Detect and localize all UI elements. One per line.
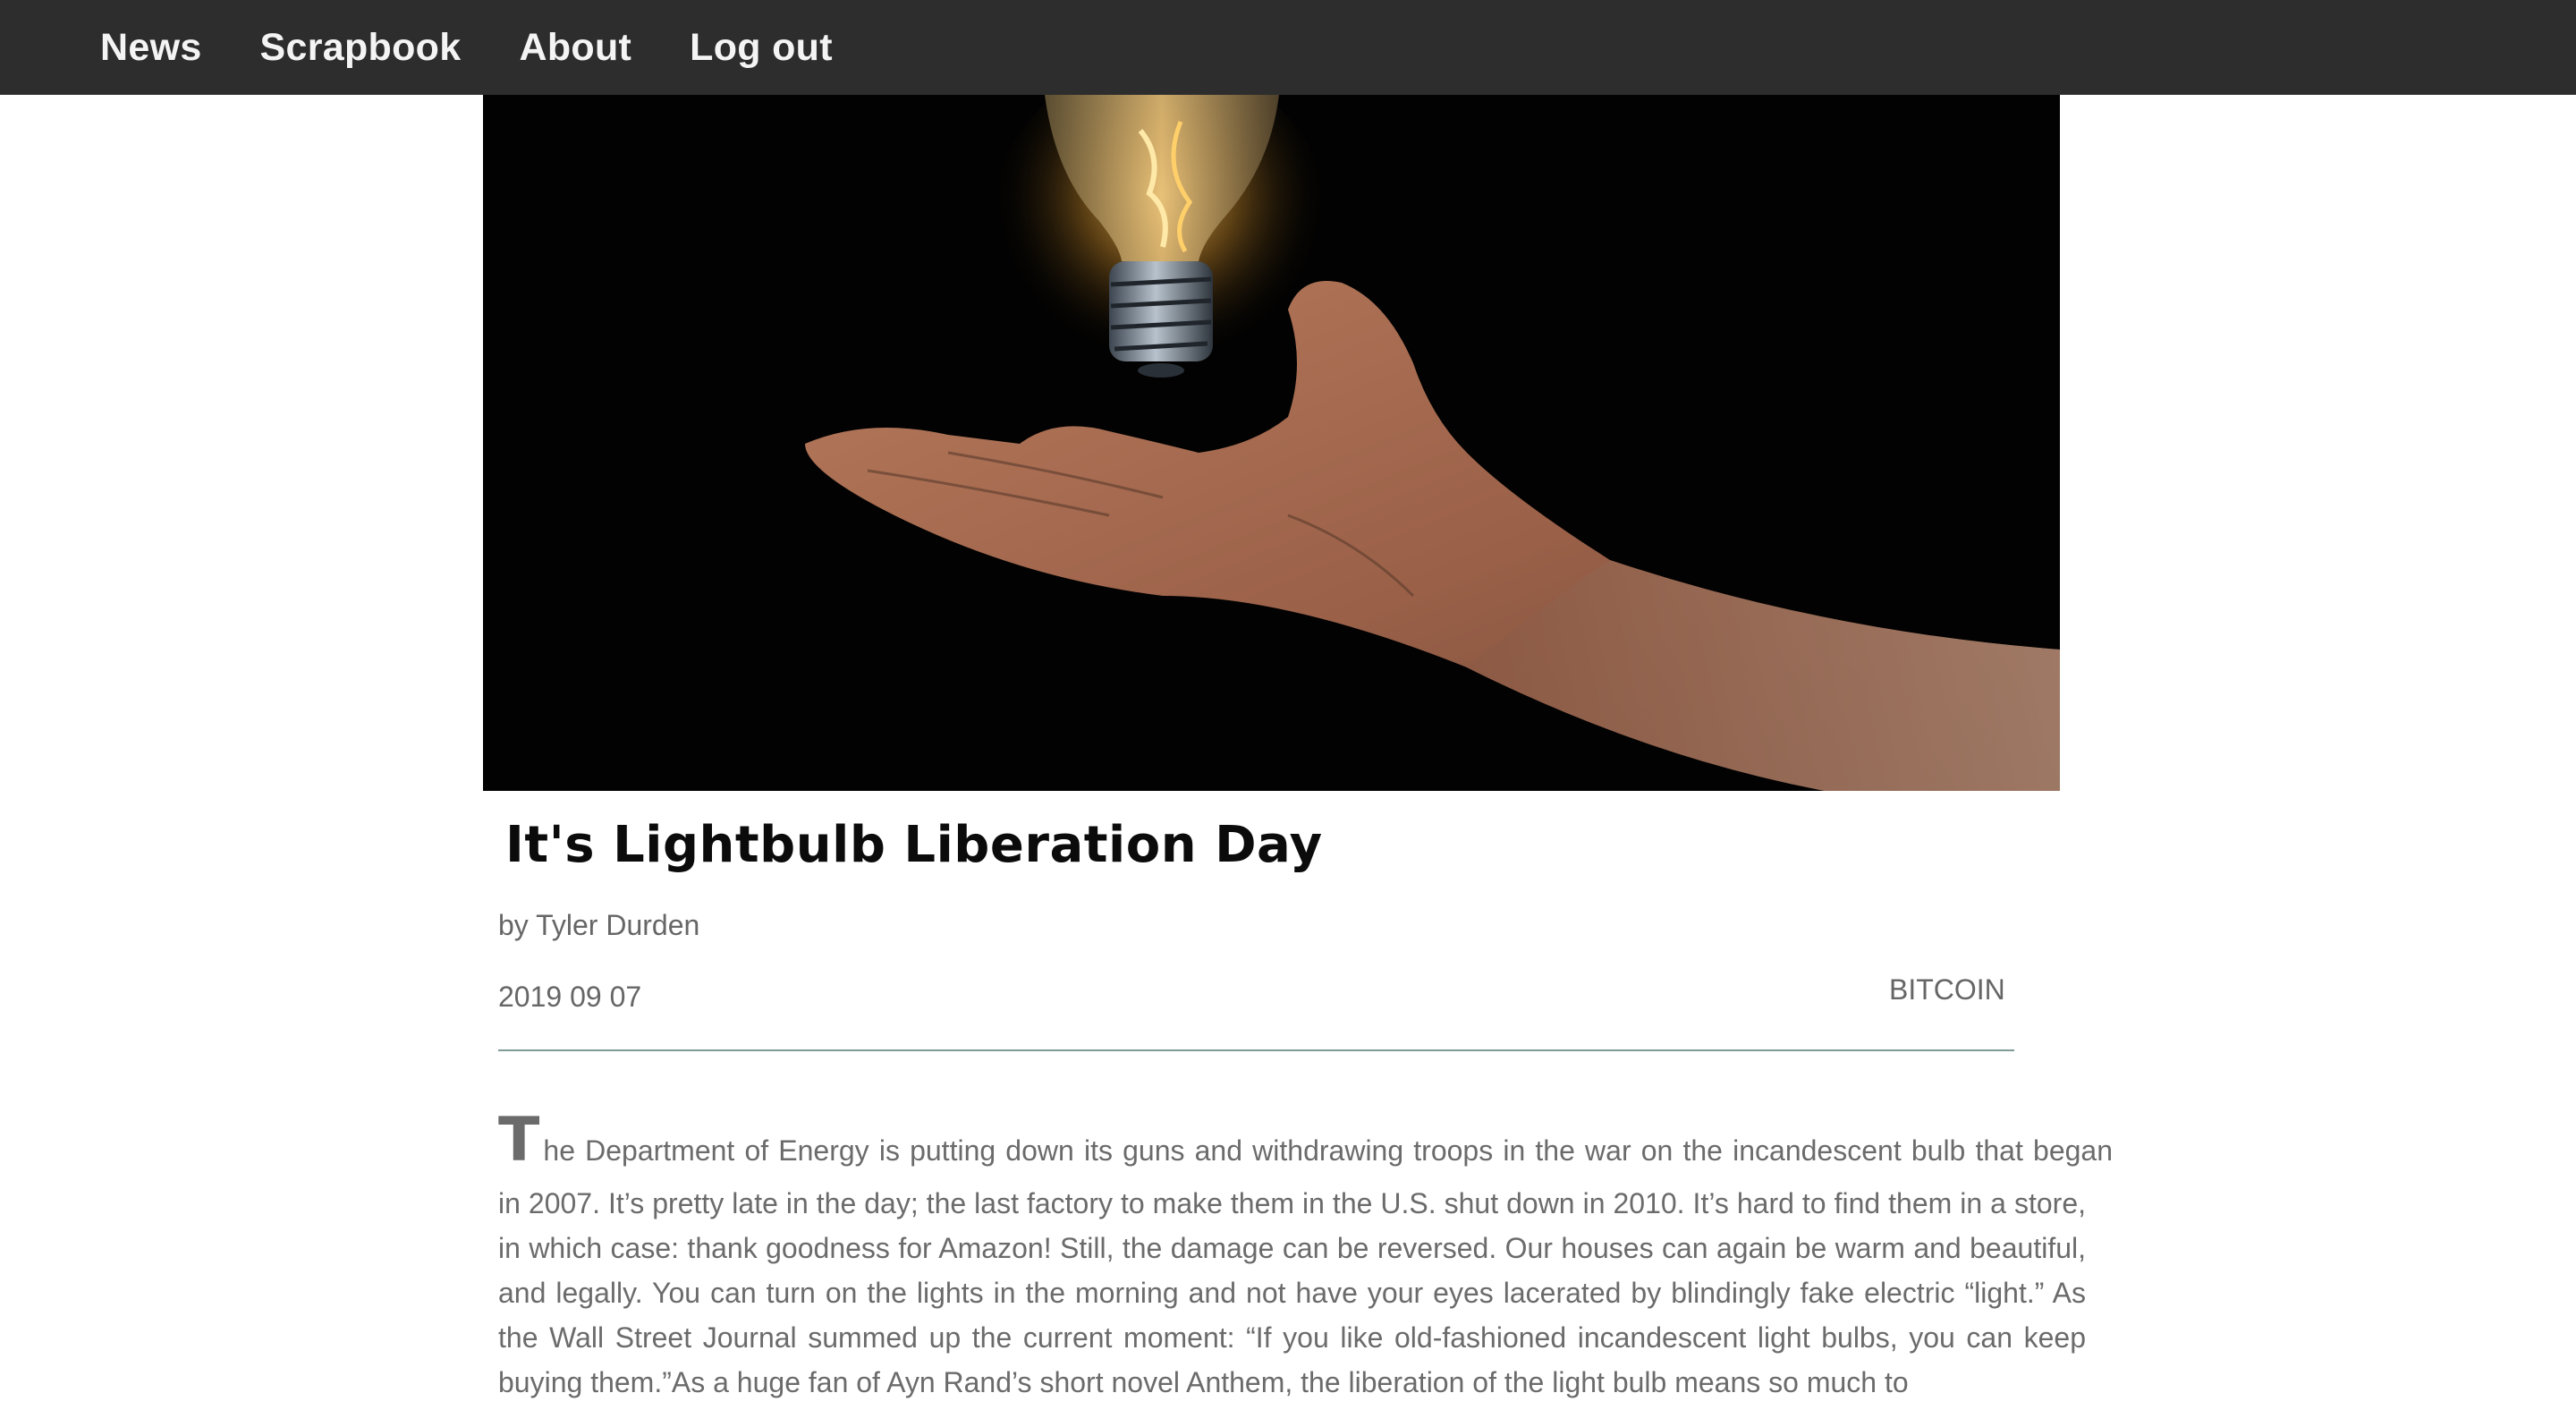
- nav-link-logout[interactable]: Log out: [690, 26, 833, 70]
- article-paragraph: in 2007. It’s pretty late in the day; th…: [498, 1187, 2086, 1398]
- article-date: 2019 09 07: [498, 981, 642, 1013]
- hero-image: [483, 95, 2060, 791]
- nav-link-scrapbook[interactable]: Scrapbook: [260, 26, 462, 70]
- article-body: T he Department of Energy is putting dow…: [498, 1108, 2113, 1410]
- article-title: It's Lightbulb Liberation Day: [505, 816, 1323, 874]
- article-first-line-text: he Department of Energy is putting down …: [543, 1134, 2113, 1167]
- top-navbar: News Scrapbook About Log out: [0, 0, 2576, 95]
- drop-cap: T: [498, 1108, 540, 1176]
- lightbulb-hand-illustration: [483, 95, 2060, 791]
- nav-link-news[interactable]: News: [100, 26, 202, 70]
- nav-link-about[interactable]: About: [519, 26, 631, 70]
- divider: [498, 1049, 2014, 1051]
- article-first-line: T he Department of Energy is putting dow…: [498, 1108, 2113, 1174]
- article-byline: by Tyler Durden: [498, 909, 700, 941]
- article-tag[interactable]: BITCOIN: [1889, 973, 2005, 1007]
